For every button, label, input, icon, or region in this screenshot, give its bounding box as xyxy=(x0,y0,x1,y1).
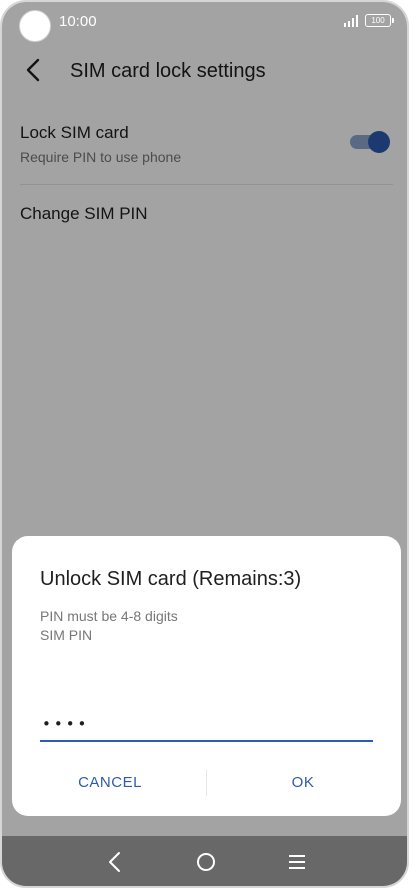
sim-pin-input[interactable] xyxy=(40,708,373,742)
navigation-bar xyxy=(2,836,407,886)
nav-home-icon[interactable] xyxy=(194,850,218,874)
ok-button[interactable]: OK xyxy=(218,758,388,806)
dialog-title: Unlock SIM card (Remains:3) xyxy=(40,568,302,590)
status-bar: 10:00 100 xyxy=(2,2,407,42)
nav-menu-icon[interactable] xyxy=(285,850,309,874)
settings-screen: SIM card lock settings Lock SIM card Req… xyxy=(2,2,407,886)
signal-icon xyxy=(344,15,358,27)
unlock-sim-dialog: Unlock SIM card (Remains:3) PIN must be … xyxy=(12,536,401,816)
battery-level: 100 xyxy=(371,16,385,25)
front-camera-cutout xyxy=(19,10,51,42)
phone-frame: SIM card lock settings Lock SIM card Req… xyxy=(0,0,409,888)
sim-pin-label: SIM PIN xyxy=(40,627,93,643)
pin-rule-hint: PIN must be 4-8 digits xyxy=(40,608,178,624)
battery-icon: 100 xyxy=(365,14,394,27)
button-separator xyxy=(206,770,207,796)
nav-back-icon[interactable] xyxy=(103,849,127,875)
cancel-button[interactable]: CANCEL xyxy=(25,758,195,806)
status-time: 10:00 xyxy=(59,13,97,30)
